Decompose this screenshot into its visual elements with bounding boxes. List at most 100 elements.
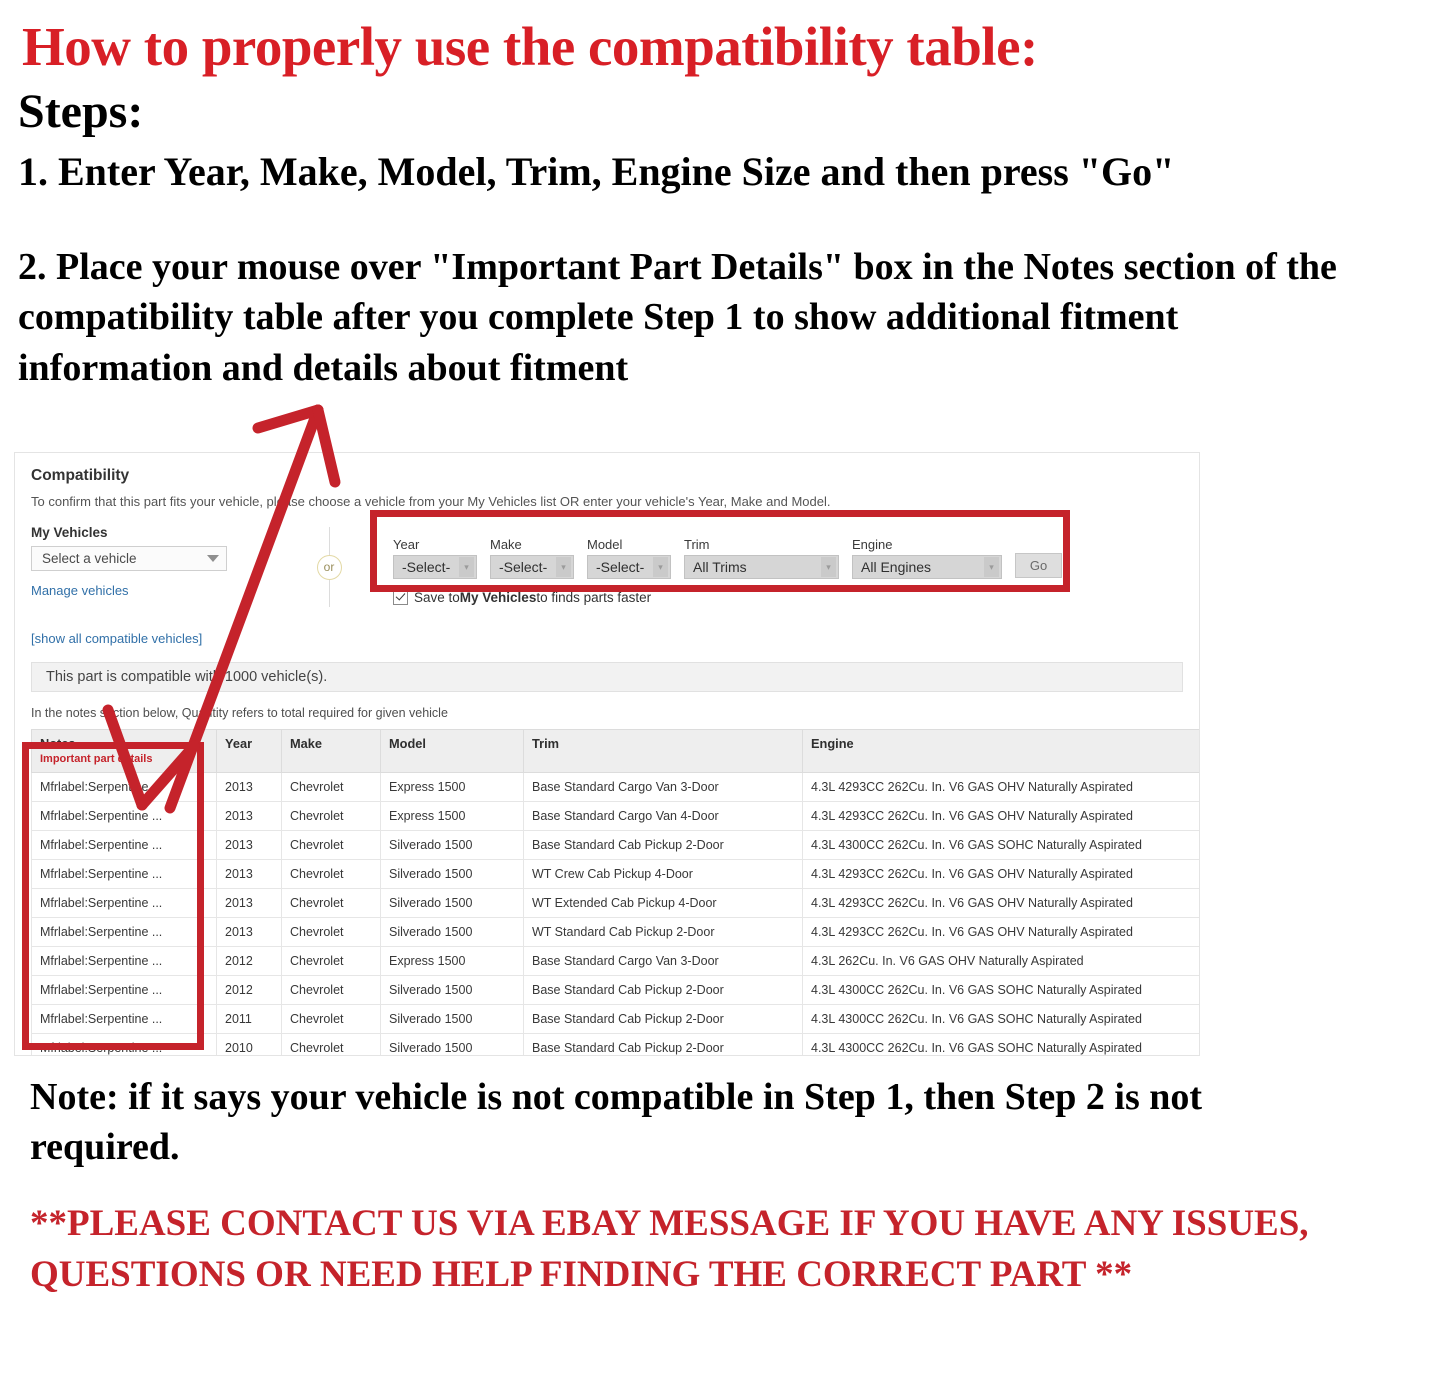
cell-notes[interactable]: Mfrlabel:Serpentine ...: [31, 917, 217, 947]
column-header-notes-label: Notes: [40, 736, 76, 751]
my-vehicles-label: My Vehicles: [31, 525, 108, 540]
table-row: Mfrlabel:Serpentine ... 2012 Chevrolet Expr…: [31, 946, 1199, 976]
cell-model: Silverado 1500: [380, 859, 524, 889]
manage-vehicles-link[interactable]: Manage vehicles: [31, 583, 289, 598]
cell-trim: Base Standard Cargo Van 4-Door: [523, 801, 803, 831]
chevron-down-icon: ▾: [984, 557, 999, 577]
table-row: Mfrlabel:Serpentine ... 2013 Chevrolet Expr…: [31, 772, 1199, 802]
cell-engine: 4.3L 4300CC 262Cu. In. V6 GAS SOHC Natur…: [802, 1033, 1199, 1055]
cell-make: Chevrolet: [281, 1004, 381, 1034]
cell-notes[interactable]: Mfrlabel:Serpentine ...: [31, 1033, 217, 1055]
cell-notes[interactable]: Mfrlabel:Serpentine ...: [31, 1004, 217, 1034]
cell-notes[interactable]: Mfrlabel:Serpentine ...: [31, 975, 217, 1005]
chevron-down-icon: ▾: [459, 557, 474, 577]
cell-engine: 4.3L 4293CC 262Cu. In. V6 GAS OHV Natura…: [802, 772, 1199, 802]
step-one-text: 1. Enter Year, Make, Model, Trim, Engine…: [18, 148, 1175, 194]
vehicle-chooser: My Vehicles Select a vehicle Manage vehi…: [31, 523, 1183, 631]
cell-make: Chevrolet: [281, 830, 381, 860]
trim-select[interactable]: All Trims ▾: [684, 555, 839, 579]
cell-notes[interactable]: Mfrlabel:Serpentine ...: [31, 888, 217, 918]
compatibility-panel: Compatibility To confirm that this part …: [14, 452, 1200, 1056]
footer-note-text: Note: if it says your vehicle is not com…: [30, 1076, 1203, 1169]
compatibility-table: Notes Important part details Year Make M…: [31, 729, 1199, 1055]
cell-year: 2013: [216, 830, 282, 860]
year-field: Year -Select- ▾: [393, 537, 477, 579]
model-select[interactable]: -Select- ▾: [587, 555, 671, 579]
table-header: Notes Important part details Year Make M…: [31, 729, 1199, 773]
table-row: Mfrlabel:Serpentine ... 2013 Chevrolet Silv…: [31, 917, 1199, 947]
cell-model: Silverado 1500: [380, 1033, 524, 1055]
model-field: Model -Select- ▾: [587, 537, 671, 579]
vehicle-search-form: Year -Select- ▾ Make -Select- ▾ Model -S…: [369, 523, 1183, 605]
make-label: Make: [490, 537, 522, 552]
go-button[interactable]: Go: [1015, 553, 1062, 578]
my-vehicles-select-value: Select a vehicle: [42, 551, 137, 566]
cell-notes[interactable]: Mfrlabel:Serpentine ...: [31, 801, 217, 831]
cell-year: 2012: [216, 975, 282, 1005]
make-select-value: -Select-: [499, 559, 548, 575]
cell-make: Chevrolet: [281, 917, 381, 947]
save-suffix-text: to finds parts faster: [536, 590, 652, 605]
important-part-details-label: Important part details: [40, 753, 153, 765]
cell-model: Express 1500: [380, 801, 524, 831]
column-header-make: Make: [281, 729, 381, 773]
save-checkbox[interactable]: [393, 590, 408, 605]
cell-engine: 4.3L 262Cu. In. V6 GAS OHV Naturally Asp…: [802, 946, 1199, 976]
compatibility-heading: Compatibility: [31, 467, 130, 484]
notes-quantity-hint: In the notes section below, Quantity ref…: [31, 706, 448, 720]
engine-field: Engine All Engines ▾: [852, 537, 1002, 579]
show-all-compatible-vehicles-link[interactable]: [show all compatible vehicles]: [31, 631, 1183, 646]
steps-label: Steps:: [18, 84, 144, 138]
cell-notes[interactable]: Mfrlabel:Serpentine ...: [31, 859, 217, 889]
compatibility-count-banner: This part is compatible with 1000 vehicl…: [31, 662, 1183, 692]
table-row: Mfrlabel:Serpentine ... 2010 Chevrolet Silv…: [31, 1033, 1199, 1055]
cell-trim: WT Standard Cab Pickup 2-Door: [523, 917, 803, 947]
or-separator: or: [289, 523, 369, 611]
chevron-down-icon: ▾: [821, 557, 836, 577]
table-row: Mfrlabel:Serpentine ... 2013 Chevrolet Silv…: [31, 888, 1199, 918]
cell-year: 2012: [216, 946, 282, 976]
my-vehicles-select[interactable]: Select a vehicle: [31, 546, 227, 571]
cell-notes[interactable]: Mfrlabel:Serpentine ...: [31, 772, 217, 802]
cell-model: Silverado 1500: [380, 917, 524, 947]
cell-model: Silverado 1500: [380, 830, 524, 860]
save-prefix-text: Save to: [414, 590, 460, 605]
cell-model: Express 1500: [380, 772, 524, 802]
table-row: Mfrlabel:Serpentine ... 2012 Chevrolet Silv…: [31, 975, 1199, 1005]
cell-engine: 4.3L 4300CC 262Cu. In. V6 GAS SOHC Natur…: [802, 1004, 1199, 1034]
year-select-value: -Select-: [402, 559, 451, 575]
table-header-row: Notes Important part details Year Make M…: [31, 729, 1199, 773]
model-label: Model: [587, 537, 623, 552]
save-to-my-vehicles-row[interactable]: Save to My Vehicles to finds parts faste…: [393, 590, 1183, 605]
cell-make: Chevrolet: [281, 1033, 381, 1055]
column-header-trim: Trim: [523, 729, 803, 773]
my-vehicles-section: My Vehicles Select a vehicle Manage vehi…: [31, 523, 289, 598]
cell-engine: 4.3L 4293CC 262Cu. In. V6 GAS OHV Natura…: [802, 801, 1199, 831]
cell-notes[interactable]: Mfrlabel:Serpentine ...: [31, 946, 217, 976]
cell-year: 2013: [216, 801, 282, 831]
cell-engine: 4.3L 4293CC 262Cu. In. V6 GAS OHV Natura…: [802, 888, 1199, 918]
cell-trim: Base Standard Cab Pickup 2-Door: [523, 1004, 803, 1034]
save-bold-text: My Vehicles: [459, 590, 537, 605]
make-select[interactable]: -Select- ▾: [490, 555, 574, 579]
cell-notes[interactable]: Mfrlabel:Serpentine ...: [31, 830, 217, 860]
footer-contact-text: **PLEASE CONTACT US VIA EBAY MESSAGE IF …: [30, 1203, 1309, 1296]
cell-year: 2011: [216, 1004, 282, 1034]
chevron-down-icon: ▾: [556, 557, 571, 577]
table-body: Mfrlabel:Serpentine ... 2013 Chevrolet Expr…: [31, 772, 1199, 1055]
cell-model: Express 1500: [380, 946, 524, 976]
page-title: How to properly use the compatibility ta…: [22, 16, 1038, 77]
engine-select[interactable]: All Engines ▾: [852, 555, 1002, 579]
trim-field: Trim All Trims ▾: [684, 537, 839, 579]
model-select-value: -Select-: [596, 559, 645, 575]
cell-engine: 4.3L 4293CC 262Cu. In. V6 GAS OHV Natura…: [802, 917, 1199, 947]
engine-select-value: All Engines: [861, 559, 932, 575]
table-row: Mfrlabel:Serpentine ... 2011 Chevrolet Silv…: [31, 1004, 1199, 1034]
cell-trim: Base Standard Cargo Van 3-Door: [523, 772, 803, 802]
year-select[interactable]: -Select- ▾: [393, 555, 477, 579]
cell-make: Chevrolet: [281, 859, 381, 889]
cell-year: 2013: [216, 917, 282, 947]
cell-make: Chevrolet: [281, 772, 381, 802]
cell-trim: Base Standard Cab Pickup 2-Door: [523, 975, 803, 1005]
engine-label: Engine: [852, 537, 893, 552]
